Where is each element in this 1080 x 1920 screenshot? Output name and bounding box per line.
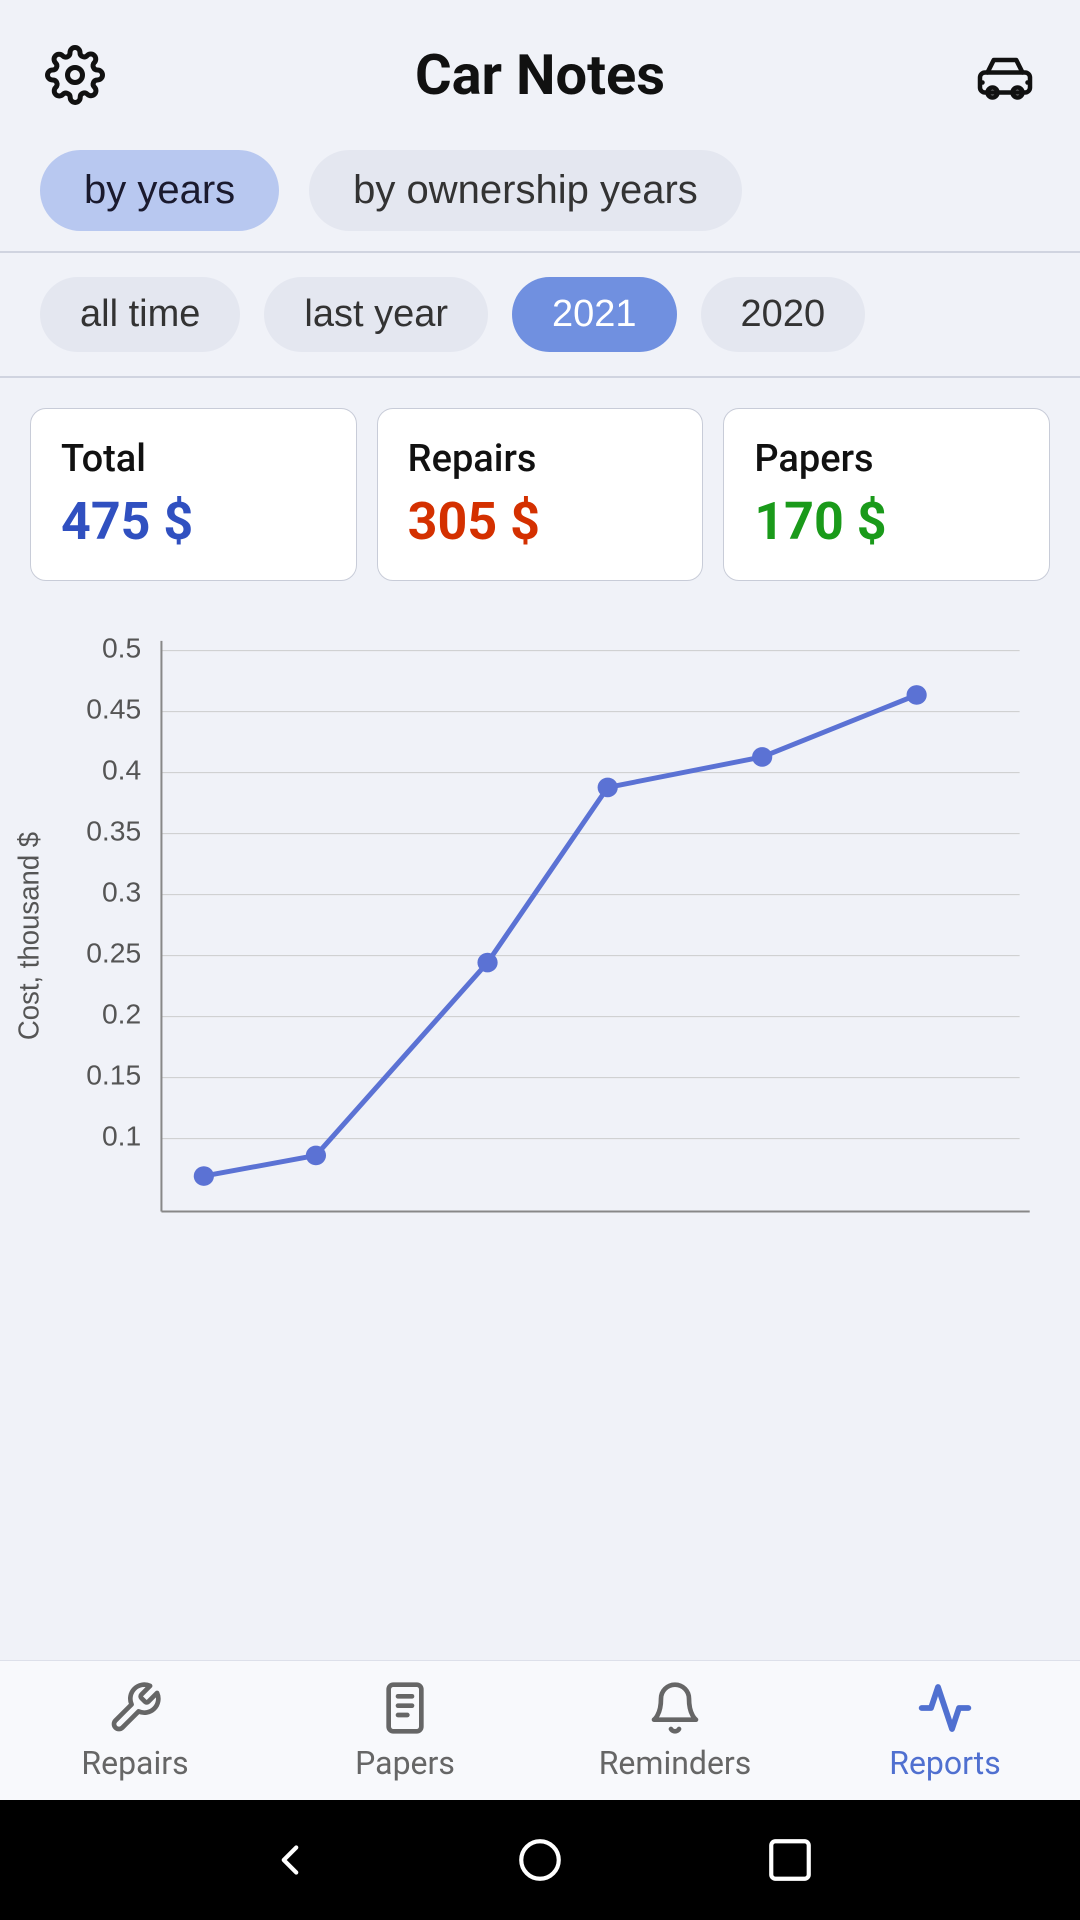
svg-text:0.25: 0.25 (86, 938, 141, 969)
svg-text:0.2: 0.2 (102, 999, 141, 1030)
data-point-1 (194, 1166, 214, 1186)
nav-label-papers: Papers (355, 1744, 455, 1782)
nav-item-reports[interactable]: Reports (810, 1670, 1080, 1792)
filter-row-2: all time last year 2021 2020 (0, 253, 1080, 376)
card-repairs: Repairs 305 $ (377, 408, 704, 581)
android-nav-bar (0, 1800, 1080, 1920)
nav-item-papers[interactable]: Papers (270, 1670, 540, 1792)
card-total-label: Total (61, 437, 326, 481)
android-back[interactable] (265, 1835, 315, 1885)
data-point-3 (477, 953, 497, 973)
svg-text:0.5: 0.5 (102, 633, 141, 664)
filter-by-years[interactable]: by years (40, 150, 279, 231)
svg-text:0.3: 0.3 (102, 877, 141, 908)
svg-text:0.4: 0.4 (102, 755, 141, 786)
card-papers: Papers 170 $ (723, 408, 1050, 581)
filter-by-ownership-years[interactable]: by ownership years (309, 150, 742, 231)
line-chart: Cost, thousand $ 0.5 0.45 0.4 0.35 0.3 0… (10, 631, 1060, 1241)
svg-text:0.15: 0.15 (86, 1060, 141, 1091)
cards-row: Total 475 $ Repairs 305 $ Papers 170 $ (0, 378, 1080, 611)
header: Car Notes (0, 0, 1080, 130)
nav-item-reminders[interactable]: Reminders (540, 1670, 810, 1792)
data-point-6 (907, 685, 927, 705)
svg-text:0.45: 0.45 (86, 694, 141, 725)
nav-label-reminders: Reminders (599, 1744, 752, 1782)
nav-label-repairs: Repairs (81, 1744, 188, 1782)
data-point-4 (598, 778, 618, 798)
svg-text:0.1: 0.1 (102, 1121, 141, 1152)
card-papers-label: Papers (754, 437, 1019, 481)
card-total: Total 475 $ (30, 408, 357, 581)
filter-row-1: by years by ownership years (0, 130, 1080, 251)
page-title: Car Notes (110, 42, 970, 108)
data-point-2 (306, 1146, 326, 1166)
bottom-nav: Repairs Papers Reminders Reports (0, 1660, 1080, 1800)
nav-label-reports: Reports (889, 1744, 1001, 1782)
filter-last-year[interactable]: last year (264, 277, 488, 352)
filter-2020[interactable]: 2020 (701, 277, 866, 352)
gear-icon[interactable] (40, 40, 110, 110)
data-point-5 (752, 747, 772, 767)
car-icon[interactable] (970, 40, 1040, 110)
nav-item-repairs[interactable]: Repairs (0, 1670, 270, 1792)
card-papers-value: 170 $ (754, 491, 1019, 552)
chart-container: Cost, thousand $ 0.5 0.45 0.4 0.35 0.3 0… (0, 611, 1080, 1251)
filter-all-time[interactable]: all time (40, 277, 240, 352)
filter-2021[interactable]: 2021 (512, 277, 677, 352)
svg-text:Cost, thousand $: Cost, thousand $ (13, 831, 44, 1040)
svg-text:0.35: 0.35 (86, 816, 141, 847)
android-recents[interactable] (765, 1835, 815, 1885)
card-total-value: 475 $ (61, 491, 326, 552)
card-repairs-value: 305 $ (408, 491, 673, 552)
android-home[interactable] (515, 1835, 565, 1885)
card-repairs-label: Repairs (408, 437, 673, 481)
